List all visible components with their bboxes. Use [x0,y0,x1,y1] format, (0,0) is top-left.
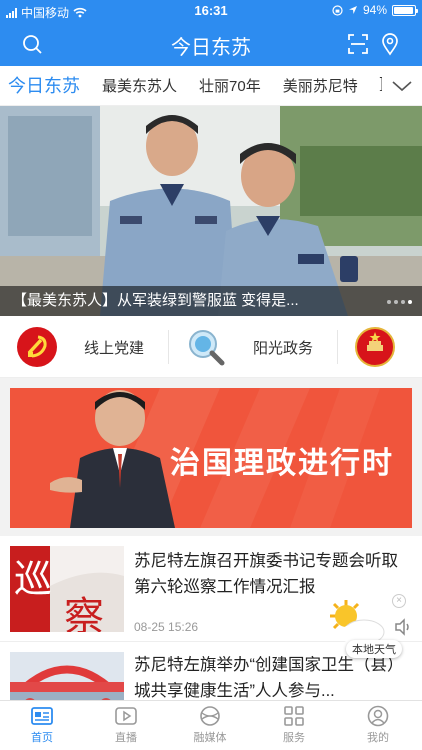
banner-section: 治国理政进行时 [0,378,422,536]
home-icon [31,707,53,725]
quick-party-building[interactable]: 线上党建 [16,316,166,378]
nav-services[interactable]: 服务 [264,705,324,745]
divider [337,330,338,364]
grid-icon [284,706,304,726]
nav-services-label: 服务 [283,732,305,744]
nav-media[interactable]: 融媒体 [180,705,240,745]
event-thumbnail-art [10,652,124,700]
news-time: 08-25 15:26 [134,620,199,634]
hero-caption: 【最美东苏人】从军装绿到警服蓝 变得是... [0,286,422,316]
quick-label-affairs: 阳光政务 [253,339,314,357]
nav-live[interactable]: 直播 [96,705,156,745]
nav-mine[interactable]: 我的 [348,705,408,745]
media-icon [200,706,220,726]
chevron-down-icon [392,81,412,92]
nav-mine-label: 我的 [367,732,389,744]
nav-home[interactable]: 首页 [12,705,72,745]
national-emblem-icon [355,327,395,367]
divider [168,330,169,364]
weather-label: 本地天气 [346,640,402,658]
news-thumbnail: 巡 察 [10,546,124,632]
bottom-nav: 首页 直播 融媒体 服务 我的 [0,700,422,750]
location-arrow-icon [348,6,357,14]
top-bar: 中国移动 16:31 94% 今日东苏 [0,0,422,66]
rotation-lock-icon [332,4,343,16]
nav-home-label: 首页 [31,732,53,744]
battery-percent: 94% [362,3,387,17]
thumb-char-2: 察 [64,594,104,632]
hero-photo [0,106,422,316]
news-title: 苏尼特左旗召开旗委书记专题会听取第六轮巡察工作情况汇报 [134,552,398,596]
weather-close-button[interactable]: × [392,594,406,608]
location-pin-icon[interactable] [378,32,402,56]
tab-sunit[interactable]: 美丽苏尼特 [283,75,358,98]
quick-entries: 线上党建 阳光政务 [0,316,422,378]
category-tabs: 今日东苏 最美东苏人 壮丽70年 美丽苏尼特 ] [0,66,422,106]
party-emblem-icon [17,327,57,367]
nav-live-label: 直播 [115,732,137,744]
carousel-indicator [387,300,412,304]
magnifier-icon [189,330,225,366]
news-thumbnail [10,652,124,700]
thumb-char-1: 巡 [14,557,53,601]
quick-sunshine-affairs[interactable]: 阳光政务 [185,316,335,378]
promo-banner[interactable]: 治国理政进行时 [10,388,412,528]
user-icon [367,705,389,727]
nav-media-label: 融媒体 [193,732,227,744]
quick-label-party: 线上党建 [84,339,145,357]
weather-widget[interactable]: 本地天气 [322,596,402,666]
tab-most-beautiful[interactable]: 最美东苏人 [102,75,177,98]
scan-icon[interactable] [346,32,370,56]
hero-carousel[interactable]: 【最美东苏人】从军装绿到警服蓝 变得是... [0,106,422,316]
banner-text: 治国理政进行时 [170,447,394,480]
status-bar: 中国移动 16:31 94% [0,0,422,22]
app-header: 今日东苏 [0,22,422,66]
tabs-more-button[interactable] [382,66,422,105]
battery-icon [392,4,418,16]
tab-70-years[interactable]: 壮丽70年 [199,75,261,98]
tab-today[interactable]: 今日东苏 [8,72,80,98]
quick-government[interactable] [354,316,414,378]
play-icon [115,707,137,725]
speaker-icon[interactable] [393,617,413,637]
